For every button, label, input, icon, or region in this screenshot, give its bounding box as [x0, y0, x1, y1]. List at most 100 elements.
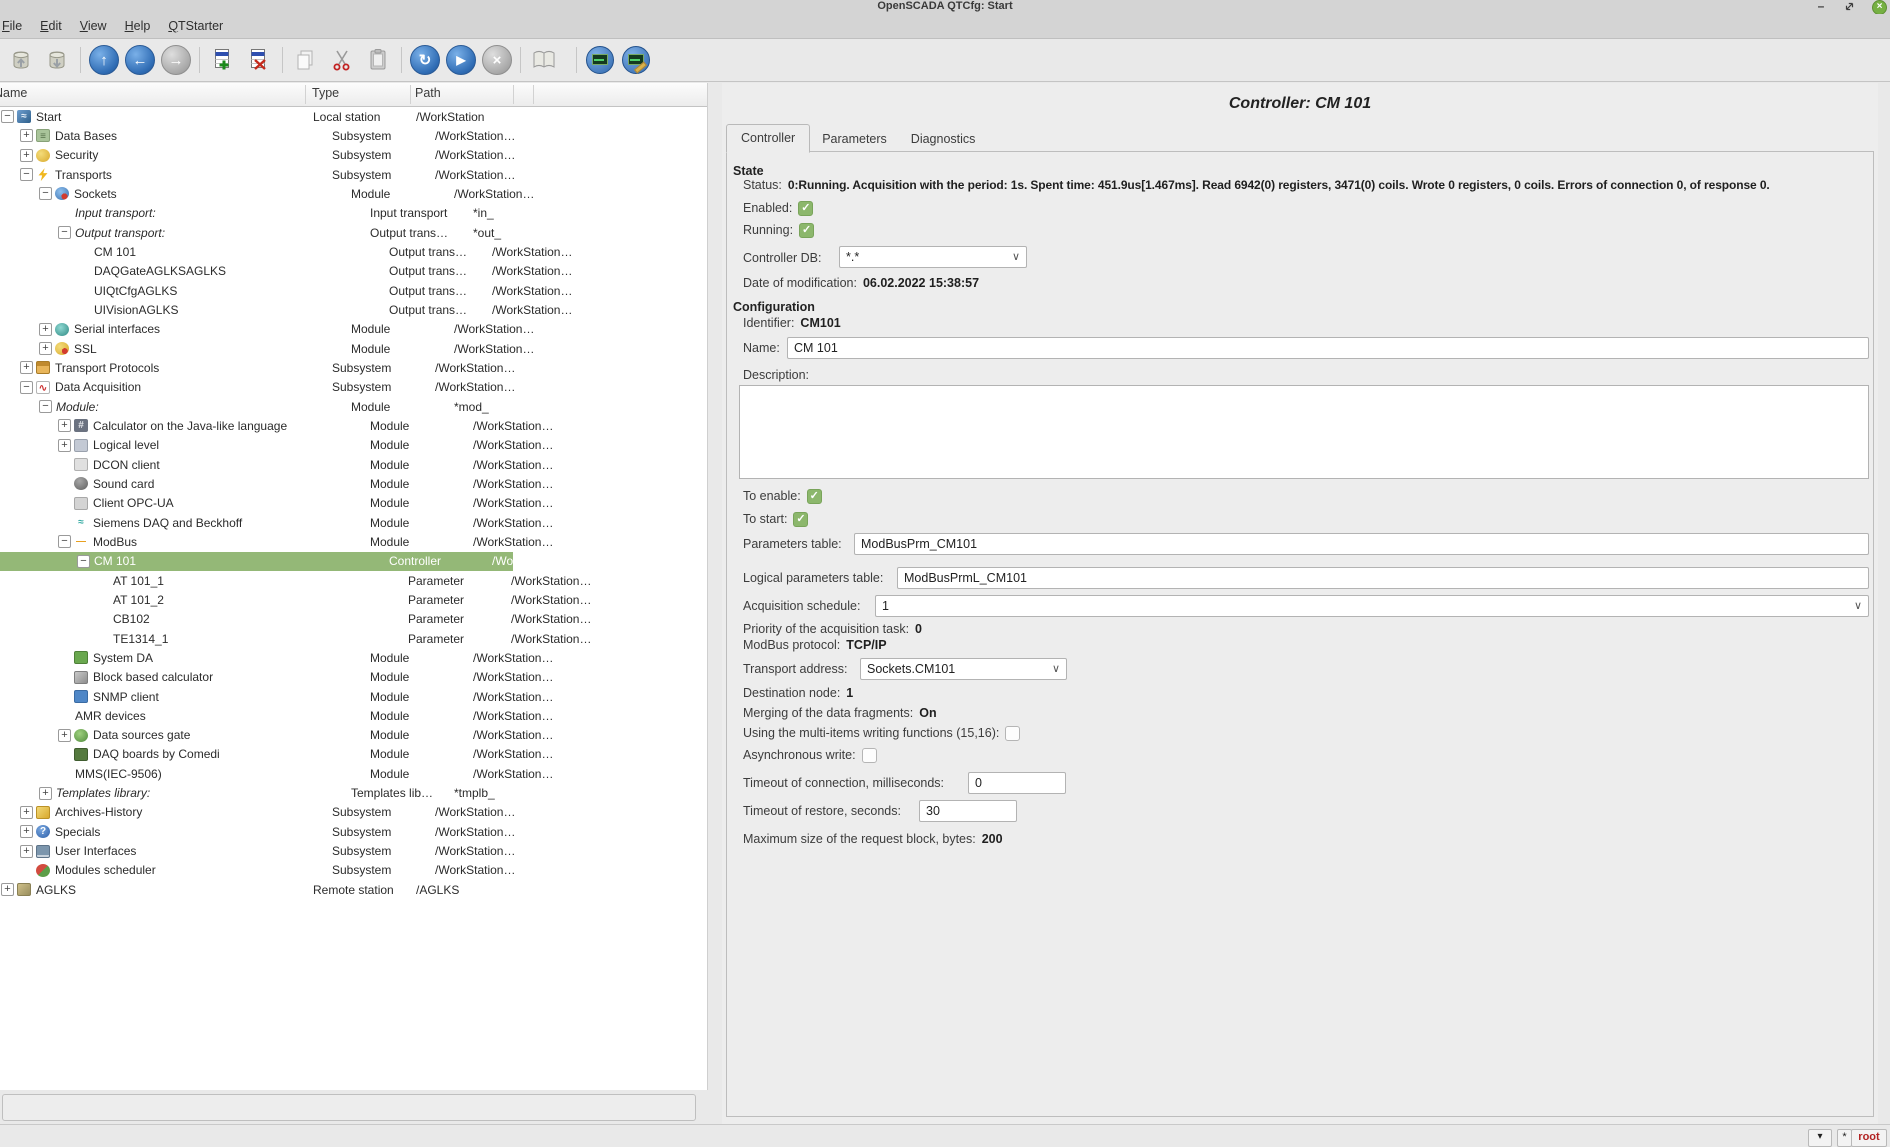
load-from-db-button[interactable] — [6, 45, 36, 75]
timeout-connection-input[interactable] — [968, 772, 1066, 794]
tree-expander[interactable]: − — [20, 381, 33, 394]
tree-expander[interactable]: − — [39, 400, 52, 413]
tree-expander[interactable]: − — [58, 226, 71, 239]
tree-expander[interactable]: + — [39, 323, 52, 336]
changes-indicator-button[interactable]: * — [1837, 1129, 1852, 1147]
tree-row[interactable]: −SocketsModule/WorkStation… — [0, 184, 707, 203]
transport-address-combobox[interactable]: Sockets.CM101 ∨ — [860, 658, 1067, 680]
tree-row[interactable]: −∿Data AcquisitionSubsystem/WorkStation… — [0, 378, 707, 397]
multi-items-writing-checkbox[interactable] — [1005, 726, 1020, 741]
tree-expander[interactable]: + — [58, 439, 71, 452]
tree-row[interactable]: AMR devicesModule/WorkStation… — [0, 706, 707, 725]
menu-qtstarter[interactable]: QTStarter — [159, 16, 232, 36]
timeout-restore-input[interactable] — [919, 800, 1017, 822]
tree-expander[interactable]: + — [20, 361, 33, 374]
tree-expander[interactable]: − — [20, 168, 33, 181]
acquisition-schedule-combobox[interactable]: 1 ∨ — [875, 595, 1869, 617]
tree-header-name[interactable]: Name — [0, 86, 27, 100]
menu-file[interactable]: File — [0, 16, 31, 36]
tab-diagnostics[interactable]: Diagnostics — [899, 127, 988, 152]
tree-row[interactable]: TE1314_1Parameter/WorkStation… — [0, 629, 707, 648]
tree-row[interactable]: +?SpecialsSubsystem/WorkStation… — [0, 822, 707, 841]
tree-row[interactable]: CM 101Output trans…/WorkStation… — [0, 242, 707, 261]
menu-view[interactable]: View — [71, 16, 116, 36]
tree-row[interactable]: AT 101_1Parameter/WorkStation… — [0, 571, 707, 590]
running-checkbox[interactable]: ✓ — [799, 223, 814, 238]
tree-row[interactable]: −—ModBusModule/WorkStation… — [0, 532, 707, 551]
maximize-button[interactable] — [1842, 1, 1856, 13]
tree-row[interactable]: −Output transport:Output trans…*out_ — [0, 223, 707, 242]
tree-row[interactable]: −≈StartLocal station/WorkStation — [0, 107, 707, 126]
tree-row[interactable]: SNMP clientModule/WorkStation… — [0, 687, 707, 706]
tree-expander[interactable]: + — [39, 787, 52, 800]
tree-row[interactable]: Client OPC-UAModule/WorkStation… — [0, 494, 707, 513]
stop-button[interactable]: × — [482, 45, 512, 75]
controller-db-combobox[interactable]: *.* ∨ — [839, 246, 1027, 268]
tree-row[interactable]: +User InterfacesSubsystem/WorkStation… — [0, 841, 707, 860]
current-user-button[interactable]: root — [1851, 1129, 1887, 1147]
tree-header-path[interactable]: Path — [415, 86, 441, 100]
tree-row[interactable]: +AGLKSRemote station/AGLKS — [0, 880, 707, 899]
tree-row[interactable]: AT 101_2Parameter/WorkStation… — [0, 590, 707, 609]
qtcfg-launcher-button[interactable] — [585, 45, 615, 75]
vision-launcher-button[interactable] — [621, 45, 651, 75]
tree-row[interactable]: Sound cardModule/WorkStation… — [0, 474, 707, 493]
to-start-checkbox[interactable]: ✓ — [793, 512, 808, 527]
tree-row[interactable]: −TransportsSubsystem/WorkStation… — [0, 165, 707, 184]
parameters-table-input[interactable] — [854, 533, 1869, 555]
tree-row[interactable]: UIQtCfgAGLKSOutput trans…/WorkStation… — [0, 281, 707, 300]
manual-button[interactable] — [529, 45, 559, 75]
tab-controller[interactable]: Controller — [726, 124, 810, 153]
tree-expander[interactable]: + — [39, 342, 52, 355]
tree-row[interactable]: +Templates library:Templates lib…*tmplb_ — [0, 783, 707, 802]
tree-row[interactable]: +≡Data BasesSubsystem/WorkStation… — [0, 126, 707, 145]
tree-header-type[interactable]: Type — [312, 86, 339, 100]
minimize-button[interactable]: – — [1814, 1, 1828, 13]
cut-item-button[interactable] — [327, 45, 357, 75]
tree-row[interactable]: +Data sources gateModule/WorkStation… — [0, 726, 707, 745]
tree-row[interactable]: DAQ boards by ComediModule/WorkStation… — [0, 745, 707, 764]
copy-item-button[interactable] — [291, 45, 321, 75]
tree-expander[interactable]: − — [58, 535, 71, 548]
tree-header[interactable]: Name Type Path — [0, 83, 707, 107]
tree-expander[interactable]: + — [58, 729, 71, 742]
tree-expander[interactable]: + — [20, 845, 33, 858]
tree-row[interactable]: +#Calculator on the Java-like languageMo… — [0, 416, 707, 435]
up-level-button[interactable]: ↑ — [89, 45, 119, 75]
tree-expander[interactable]: + — [1, 883, 14, 896]
tree-row[interactable]: DCON clientModule/WorkStation… — [0, 455, 707, 474]
start-button[interactable]: ▶ — [446, 45, 476, 75]
tree-row[interactable]: −CM 101Controller/WorkStation… — [0, 552, 707, 571]
enabled-checkbox[interactable]: ✓ — [798, 201, 813, 216]
tab-parameters[interactable]: Parameters — [810, 127, 899, 152]
tree-row[interactable]: Input transport:Input transport*in_ — [0, 204, 707, 223]
tree-row[interactable]: +Archives-HistorySubsystem/WorkStation… — [0, 803, 707, 822]
tree-row[interactable]: +SecuritySubsystem/WorkStation… — [0, 146, 707, 165]
back-button[interactable]: ← — [125, 45, 155, 75]
tree-expander[interactable]: − — [39, 187, 52, 200]
delete-item-button[interactable] — [244, 45, 274, 75]
tree-row[interactable]: +Serial interfacesModule/WorkStation… — [0, 320, 707, 339]
menu-edit[interactable]: Edit — [31, 16, 71, 36]
add-item-button[interactable] — [208, 45, 238, 75]
asynchronous-write-checkbox[interactable] — [862, 748, 877, 763]
tree-expander[interactable]: − — [1, 110, 14, 123]
tree-row[interactable]: CB102Parameter/WorkStation… — [0, 610, 707, 629]
tree-row[interactable]: +SSLModule/WorkStation… — [0, 339, 707, 358]
menu-help[interactable]: Help — [116, 16, 160, 36]
tree-row[interactable]: MMS(IEC-9506)Module/WorkStation… — [0, 764, 707, 783]
tree-row[interactable]: Modules schedulerSubsystem/WorkStation… — [0, 861, 707, 880]
name-input[interactable] — [787, 337, 1869, 359]
tree-row[interactable]: DAQGateAGLKSAGLKSOutput trans…/WorkStati… — [0, 262, 707, 281]
paste-item-button[interactable] — [363, 45, 393, 75]
station-dropdown-button[interactable]: ▾ — [1808, 1129, 1832, 1147]
tree-row[interactable]: UIVisionAGLKSOutput trans…/WorkStation… — [0, 300, 707, 319]
refresh-button[interactable]: ↻ — [410, 45, 440, 75]
tree-expander[interactable]: + — [20, 149, 33, 162]
tree-expander[interactable]: + — [20, 806, 33, 819]
tree-row[interactable]: Block based calculatorModule/WorkStation… — [0, 668, 707, 687]
tree-row[interactable]: +Logical levelModule/WorkStation… — [0, 436, 707, 455]
tree-row[interactable]: ≈Siemens DAQ and BeckhoffModule/WorkStat… — [0, 513, 707, 532]
tree-row[interactable]: −Module:Module*mod_ — [0, 397, 707, 416]
tree-row[interactable]: System DAModule/WorkStation… — [0, 648, 707, 667]
